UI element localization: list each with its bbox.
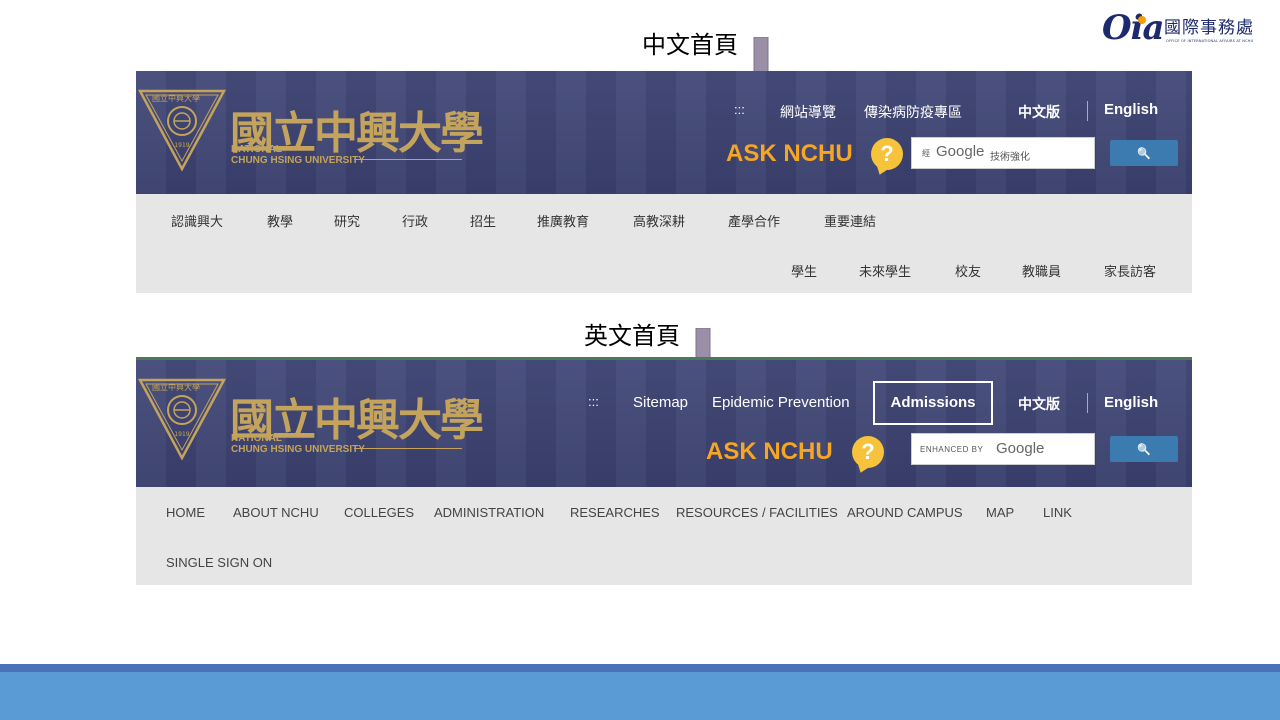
oia-name-cn: 國際事務處 <box>1164 18 1254 38</box>
university-emblem-icon: 1919 國立中興大學 <box>137 89 227 177</box>
nav-item[interactable]: MAP <box>986 505 1014 520</box>
oia-logo: Oia 國際事務處 OFFICE OF INTERNATIONAL AFFAIR… <box>1102 8 1264 48</box>
nav-item[interactable]: LINK <box>1043 505 1072 520</box>
site-header: 1919 國立中興大學 國立中興大學 NATIONAL CHUNG HSING … <box>136 357 1192 487</box>
ask-nchu-link[interactable]: ASK NCHU <box>706 438 833 466</box>
nav-item[interactable]: HOME <box>166 505 205 520</box>
epidemic-link[interactable]: Epidemic Prevention <box>712 394 850 411</box>
single-sign-on-link[interactable]: SINGLE SIGN ON <box>166 555 272 570</box>
emblem-text: 國立中興大學 <box>152 383 200 392</box>
search-icon: 🔍 <box>1137 443 1151 456</box>
audience-item[interactable]: 學生 <box>791 261 817 280</box>
help-question-icon[interactable]: ? <box>852 436 884 468</box>
brand-divider <box>354 159 462 160</box>
nav-item[interactable]: 高教深耕 <box>633 211 685 230</box>
university-name-en: NATIONAL CHUNG HSING UNIVERSITY <box>231 433 365 455</box>
nav-item[interactable]: RESOURCES / FACILITIES <box>676 505 838 520</box>
lang-zh-link[interactable]: 中文版 <box>1018 394 1060 414</box>
english-site-screenshot: 1919 國立中興大學 國立中興大學 NATIONAL CHUNG HSING … <box>136 357 1192 585</box>
nav-item[interactable]: 認識興大 <box>171 211 223 230</box>
nav-item[interactable]: ADMINISTRATION <box>434 505 544 520</box>
ask-nchu-link[interactable]: ASK NCHU <box>726 140 853 168</box>
epidemic-link[interactable]: 傳染病防疫專區 <box>864 102 962 122</box>
brand-divider <box>354 448 462 449</box>
emblem-text: 國立中興大學 <box>152 94 200 103</box>
audience-item[interactable]: 家長訪客 <box>1104 261 1156 280</box>
google-brand: Google <box>996 440 1045 457</box>
audience-item[interactable]: 未來學生 <box>859 261 911 280</box>
sitemap-link[interactable]: 網站導覽 <box>780 102 836 122</box>
nav-item[interactable]: 行政 <box>402 211 428 230</box>
search-suffix: 技術強化 <box>990 152 1030 163</box>
nav-item[interactable]: 推廣教育 <box>537 211 589 230</box>
separator <box>1087 101 1088 121</box>
audience-item[interactable]: 教職員 <box>1022 261 1061 280</box>
label-english-homepage: 英文首頁 <box>584 322 680 350</box>
nav-item[interactable]: 研究 <box>334 211 360 230</box>
google-brand: Google <box>936 143 985 160</box>
main-nav: HOME ABOUT NCHU COLLEGES ADMINISTRATION … <box>136 487 1192 585</box>
search-icon: 🔍 <box>1137 147 1151 160</box>
nav-item[interactable]: 招生 <box>470 211 496 230</box>
label-chinese-homepage: 中文首頁 <box>642 31 738 59</box>
search-input[interactable]: 經 Google 技術強化 <box>911 137 1095 169</box>
nav-item[interactable]: 產學合作 <box>728 211 780 230</box>
search-button[interactable]: 🔍 <box>1110 140 1178 166</box>
lang-zh-link[interactable]: 中文版 <box>1018 102 1060 122</box>
search-button[interactable]: 🔍 <box>1110 436 1178 462</box>
oia-name-en: OFFICE OF INTERNATIONAL AFFAIRS AT NCHU <box>1166 39 1254 43</box>
nav-item[interactable]: ABOUT NCHU <box>233 505 319 520</box>
oia-logo-letters: Oia <box>1102 8 1165 48</box>
separator <box>1087 393 1088 413</box>
chinese-site-screenshot: 1919 國立中興大學 國立中興大學 NATIONAL CHUNG HSING … <box>136 71 1192 293</box>
emblem-year: 1919 <box>174 142 189 149</box>
nav-item[interactable]: AROUND CAMPUS <box>847 505 963 520</box>
sitemap-link[interactable]: Sitemap <box>633 394 688 411</box>
university-emblem-icon: 1919 國立中興大學 <box>137 378 227 466</box>
search-input[interactable]: ENHANCED BY Google <box>911 433 1095 465</box>
audience-item[interactable]: 校友 <box>955 261 981 280</box>
search-prefix: 經 <box>922 149 931 158</box>
lang-en-link[interactable]: English <box>1104 101 1158 118</box>
menu-dots[interactable]: ::: <box>588 394 599 409</box>
menu-dots[interactable]: ::: <box>734 102 745 117</box>
nav-item[interactable]: RESEARCHES <box>570 505 660 520</box>
site-header: 1919 國立中興大學 國立中興大學 NATIONAL CHUNG HSING … <box>136 71 1192 194</box>
nav-item[interactable]: 教學 <box>267 211 293 230</box>
slide-footer-bar <box>0 664 1280 720</box>
nav-item[interactable]: 重要連結 <box>824 211 876 230</box>
emblem-year: 1919 <box>174 431 189 438</box>
admissions-button[interactable]: Admissions <box>873 381 993 425</box>
oia-logo-dot <box>1138 16 1146 24</box>
lang-en-link[interactable]: English <box>1104 394 1158 411</box>
main-nav: 認識興大 教學 研究 行政 招生 推廣教育 高教深耕 產學合作 重要連結 學生 … <box>136 194 1192 293</box>
nav-item[interactable]: COLLEGES <box>344 505 414 520</box>
university-name-en: NATIONAL CHUNG HSING UNIVERSITY <box>231 144 365 166</box>
help-question-icon[interactable]: ? <box>871 138 903 170</box>
search-prefix: ENHANCED BY <box>920 445 984 454</box>
